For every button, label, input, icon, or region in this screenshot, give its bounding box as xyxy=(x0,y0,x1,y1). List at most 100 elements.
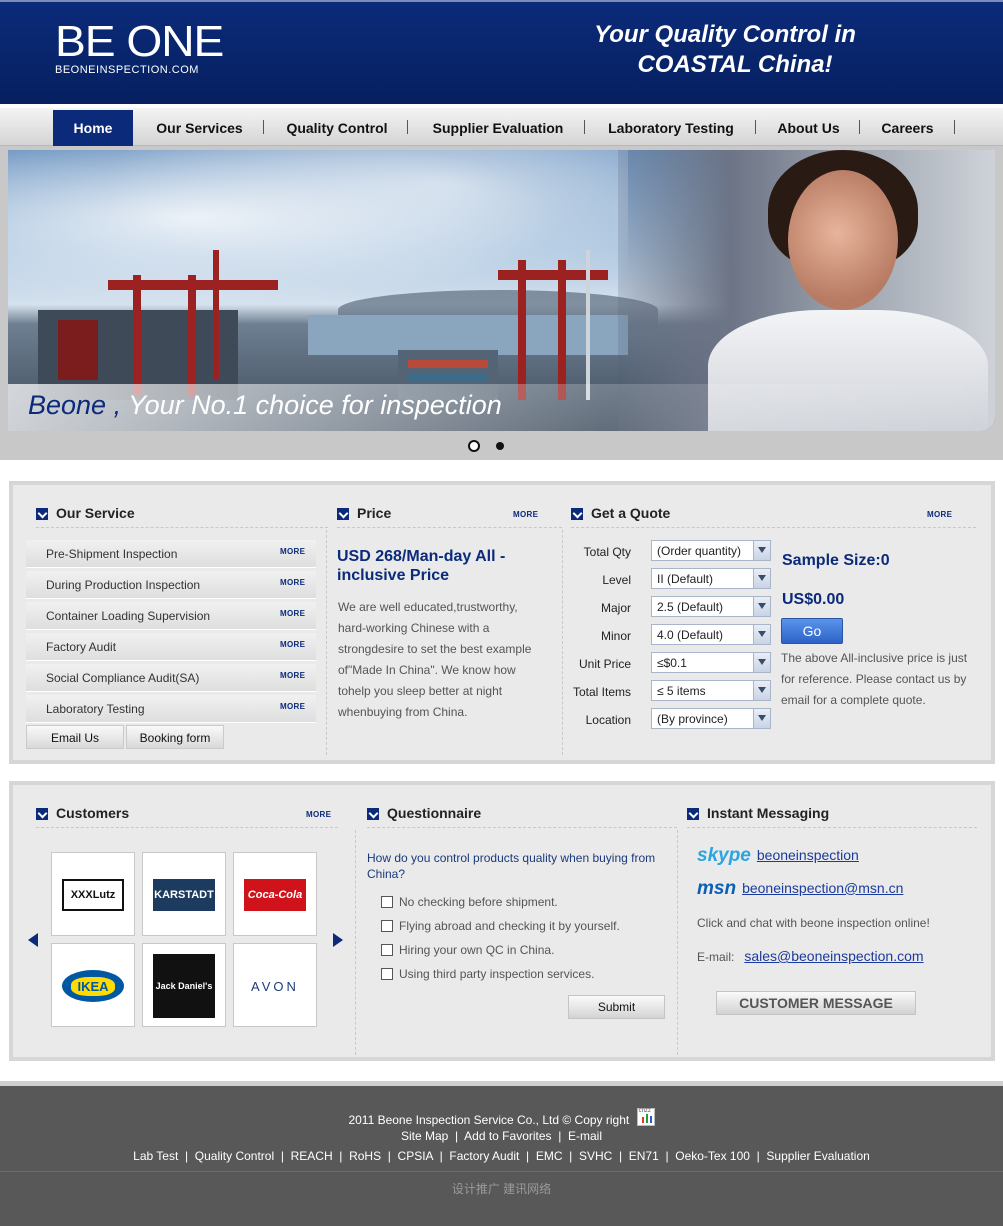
msn-link[interactable]: beoneinspection@msn.cn xyxy=(742,880,903,896)
footer-credit[interactable]: 设计推广 建讯网络 xyxy=(0,1180,1003,1197)
footer-link[interactable]: EMC xyxy=(536,1149,563,1163)
select-value: II (Default) xyxy=(657,572,714,586)
cnzz-stats-icon[interactable]: cnzz xyxy=(636,1108,655,1126)
banner-image[interactable]: Beone , Your No.1 choice for inspection xyxy=(8,150,995,431)
nav-quality-control[interactable]: Quality Control xyxy=(275,110,399,146)
email-row: E-mail: sales@beoneinspection.com xyxy=(697,948,924,964)
xxxlutz-logo-text: XXXLutz xyxy=(70,889,116,901)
footer-link[interactable]: Quality Control xyxy=(195,1149,274,1163)
booking-form-button[interactable]: Booking form xyxy=(126,725,224,749)
go-button[interactable]: Go xyxy=(781,618,843,644)
nav-careers[interactable]: Careers xyxy=(870,110,945,146)
footer-link[interactable]: Supplier Evaluation xyxy=(766,1149,869,1163)
questionnaire-option[interactable]: No checking before shipment. xyxy=(381,895,558,909)
footer-divider xyxy=(0,1171,1003,1172)
chevron-down-icon[interactable] xyxy=(753,681,770,700)
checkbox[interactable] xyxy=(381,896,393,908)
footer-link[interactable]: SVHC xyxy=(579,1149,612,1163)
site-logo[interactable]: BE ONE BEONEINSPECTION.COM xyxy=(55,20,224,77)
customer-logo-karstadt[interactable]: KARSTADT xyxy=(142,852,226,936)
questionnaire-option[interactable]: Flying abroad and checking it by yoursel… xyxy=(381,919,620,933)
select-value: ≤ 5 items xyxy=(657,684,706,698)
chevron-down-icon[interactable] xyxy=(753,625,770,644)
checkbox[interactable] xyxy=(381,944,393,956)
nav-laboratory-testing[interactable]: Laboratory Testing xyxy=(596,110,746,146)
section-toggle-icon xyxy=(571,508,583,520)
nav-home[interactable]: Home xyxy=(53,110,133,146)
service-item[interactable]: Factory Audit MORE xyxy=(26,633,316,661)
nav-our-services[interactable]: Our Services xyxy=(142,110,257,146)
chevron-down-icon[interactable] xyxy=(753,653,770,672)
nav-about-us[interactable]: About Us xyxy=(766,110,851,146)
service-item[interactable]: Pre-Shipment Inspection MORE xyxy=(26,540,316,568)
customer-logo-jack-daniels[interactable]: Jack Daniel's xyxy=(142,943,226,1027)
footer-link[interactable]: RoHS xyxy=(349,1149,381,1163)
slider-dot-2[interactable] xyxy=(496,442,504,450)
carousel-prev-icon[interactable] xyxy=(28,933,38,947)
chevron-down-icon[interactable] xyxy=(753,709,770,728)
chevron-down-icon[interactable] xyxy=(753,569,770,588)
footer-link-add-favorites[interactable]: Add to Favorites xyxy=(464,1129,551,1143)
slider-dot-1[interactable] xyxy=(468,440,480,452)
checkbox[interactable] xyxy=(381,920,393,932)
tagline-line-1: Your Quality Control in xyxy=(594,21,856,48)
option-label: Hiring your own QC in China. xyxy=(399,943,555,957)
more-link[interactable]: MORE xyxy=(280,671,305,680)
header-tagline: Your Quality Control in COASTAL China! xyxy=(560,20,890,80)
footer-link[interactable]: Lab Test xyxy=(133,1149,178,1163)
footer-link[interactable]: Factory Audit xyxy=(449,1149,519,1163)
customer-logo-coca-cola[interactable]: Coca-Cola xyxy=(233,852,317,936)
checkbox[interactable] xyxy=(381,968,393,980)
customer-logo-ikea[interactable]: IKEA xyxy=(51,943,135,1027)
total-qty-select[interactable]: (Order quantity) xyxy=(651,540,771,561)
footer-link-email[interactable]: E-mail xyxy=(568,1129,602,1143)
service-item-label: Factory Audit xyxy=(46,640,117,654)
more-link[interactable]: MORE xyxy=(280,578,305,587)
service-item[interactable]: Social Compliance Audit(SA) MORE xyxy=(26,664,316,692)
total-items-select[interactable]: ≤ 5 items xyxy=(651,680,771,701)
email-link[interactable]: sales@beoneinspection.com xyxy=(744,948,923,964)
questionnaire-option[interactable]: Hiring your own QC in China. xyxy=(381,943,554,957)
harbor-cranes-illustration xyxy=(38,250,608,400)
carousel-next-icon[interactable] xyxy=(333,933,343,947)
chevron-down-icon[interactable] xyxy=(753,597,770,616)
email-us-button[interactable]: Email Us xyxy=(26,725,124,749)
level-select[interactable]: II (Default) xyxy=(651,568,771,589)
nav-separator xyxy=(407,120,408,134)
service-item[interactable]: Laboratory Testing MORE xyxy=(26,695,316,723)
footer-link[interactable]: REACH xyxy=(291,1149,333,1163)
more-link[interactable]: MORE xyxy=(280,702,305,711)
more-link[interactable]: MORE xyxy=(280,609,305,618)
more-link[interactable]: MORE xyxy=(280,547,305,556)
more-link[interactable]: MORE xyxy=(513,510,538,519)
skype-link[interactable]: beoneinspection xyxy=(757,847,859,863)
footer-link[interactable]: EN71 xyxy=(629,1149,659,1163)
nav-supplier-evaluation[interactable]: Supplier Evaluation xyxy=(420,110,576,146)
service-item[interactable]: During Production Inspection MORE xyxy=(26,571,316,599)
customer-logo-avon[interactable]: AVON xyxy=(233,943,317,1027)
minor-select[interactable]: 4.0 (Default) xyxy=(651,624,771,645)
msn-logo-icon: msn xyxy=(697,878,737,899)
major-select[interactable]: 2.5 (Default) xyxy=(651,596,771,617)
footer-link-site-map[interactable]: Site Map xyxy=(401,1129,448,1143)
customer-message-button[interactable]: CUSTOMER MESSAGE xyxy=(716,991,916,1015)
customer-logo-xxxlutz[interactable]: XXXLutz xyxy=(51,852,135,936)
more-link[interactable]: MORE xyxy=(927,510,952,519)
location-select[interactable]: (By province) xyxy=(651,708,771,729)
footer-link[interactable]: Oeko-Tex 100 xyxy=(675,1149,750,1163)
jack-daniels-logo-text: Jack Daniel's xyxy=(155,981,213,991)
select-value: 2.5 (Default) xyxy=(657,600,724,614)
more-link[interactable]: MORE xyxy=(306,810,331,819)
more-link[interactable]: MORE xyxy=(280,640,305,649)
tagline-line-2: COASTAL China! xyxy=(637,51,833,78)
questionnaire-submit-button[interactable]: Submit xyxy=(568,995,665,1019)
service-item[interactable]: Container Loading Supervision MORE xyxy=(26,602,316,630)
section-toggle-icon xyxy=(36,808,48,820)
chevron-down-icon[interactable] xyxy=(753,541,770,560)
skype-logo-icon: skype xyxy=(697,845,751,866)
section-toggle-icon xyxy=(367,808,379,820)
footer-link[interactable]: CPSIA xyxy=(398,1149,433,1163)
option-label: Flying abroad and checking it by yoursel… xyxy=(399,919,620,933)
unit-price-select[interactable]: ≤$0.1 xyxy=(651,652,771,673)
questionnaire-option[interactable]: Using third party inspection services. xyxy=(381,967,594,981)
